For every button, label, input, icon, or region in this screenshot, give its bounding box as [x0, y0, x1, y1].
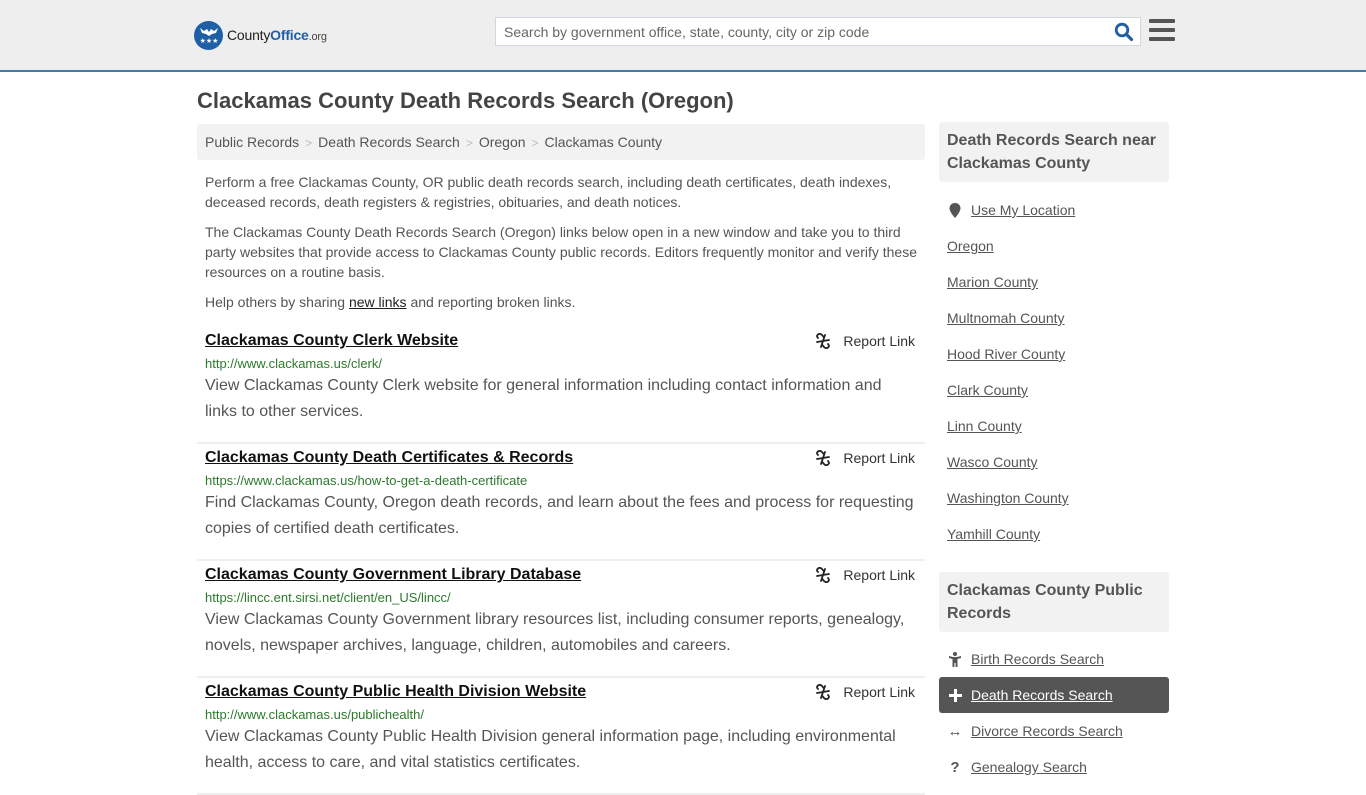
- nearby-link[interactable]: Multnomah County: [947, 310, 1065, 326]
- site-header: ★★★ CountyOffice.org: [0, 0, 1366, 72]
- breadcrumb-separator: >: [465, 136, 473, 150]
- sidebar-heading: Clackamas County Public Records: [939, 572, 1169, 632]
- intro-text: Perform a free Clackamas County, OR publ…: [205, 172, 925, 322]
- result-item: Clackamas County Public Health Division …: [197, 678, 925, 795]
- nearby-list: Use My Location Oregon Marion County Mul…: [939, 182, 1169, 552]
- report-link-label: Report Link: [843, 684, 915, 700]
- child-icon: [947, 651, 963, 667]
- sidebar-item-birth-records: Birth Records Search: [939, 641, 1169, 677]
- nearby-link[interactable]: Wasco County: [947, 454, 1038, 470]
- result-description: Find Clackamas County, Oregon death reco…: [205, 494, 914, 537]
- nearby-item: Multnomah County: [939, 300, 1169, 336]
- plus-icon: [947, 688, 963, 702]
- breadcrumb-item[interactable]: Oregon: [479, 134, 526, 150]
- broken-link-icon: [816, 333, 831, 349]
- logo-wordmark: CountyOffice.org: [227, 27, 327, 43]
- breadcrumb-item[interactable]: Public Records: [205, 134, 299, 150]
- result-url[interactable]: https://www.clackamas.us/how-to-get-a-de…: [205, 473, 917, 489]
- broken-link-icon: [816, 450, 831, 466]
- nearby-link[interactable]: Marion County: [947, 274, 1038, 290]
- nearby-item: Wasco County: [939, 444, 1169, 480]
- intro-paragraph: Perform a free Clackamas County, OR publ…: [205, 174, 892, 210]
- map-pin-icon: [947, 202, 963, 218]
- breadcrumb-item[interactable]: Death Records Search: [318, 134, 460, 150]
- broken-link-icon: [816, 567, 831, 583]
- new-links-link[interactable]: new links: [349, 294, 407, 310]
- breadcrumb-separator: >: [305, 136, 313, 150]
- breadcrumb: Public Records > Death Records Search > Oreg…: [197, 124, 925, 160]
- sidebar-item-death-records: Death Records Search: [939, 677, 1169, 713]
- search-button[interactable]: [1114, 22, 1134, 42]
- result-title-link[interactable]: Clackamas County Death Certificates & Re…: [205, 448, 917, 468]
- nearby-item: Yamhill County: [939, 516, 1169, 552]
- result-url[interactable]: http://www.clackamas.us/clerk/: [205, 356, 917, 372]
- broken-link-icon: [816, 684, 831, 700]
- breadcrumb-item-current[interactable]: Clackamas County: [545, 134, 663, 150]
- page-title: Clackamas County Death Records Search (O…: [197, 88, 734, 113]
- hamburger-menu-button[interactable]: [1149, 19, 1175, 43]
- svg-text:★★★: ★★★: [199, 37, 218, 45]
- result-description: View Clackamas County Clerk website for …: [205, 377, 882, 420]
- search-input[interactable]: [496, 18, 1106, 45]
- nearby-item: Hood River County: [939, 336, 1169, 372]
- result-title-link[interactable]: Clackamas County Public Health Division …: [205, 682, 917, 702]
- result-url[interactable]: http://www.clackamas.us/publichealth/: [205, 707, 917, 723]
- divorce-records-link[interactable]: Divorce Records Search: [971, 723, 1123, 739]
- hamburger-menu-icon-bar: [1149, 19, 1175, 23]
- nearby-link[interactable]: Clark County: [947, 382, 1028, 398]
- result-title-link[interactable]: Clackamas County Clerk Website: [205, 331, 917, 351]
- nearby-item: Washington County: [939, 480, 1169, 516]
- report-link-button[interactable]: Report Link: [815, 567, 915, 583]
- death-records-link[interactable]: Death Records Search: [971, 687, 1113, 703]
- result-item: Clackamas County Death Certificates & Re…: [197, 444, 925, 561]
- nearby-link[interactable]: Yamhill County: [947, 526, 1040, 542]
- nearby-item: Linn County: [939, 408, 1169, 444]
- magnifier-icon: [1114, 22, 1134, 42]
- sidebar-public-records: Clackamas County Public Records Birth Re…: [939, 572, 1169, 785]
- report-link-button[interactable]: Report Link: [815, 333, 915, 349]
- use-my-location-link[interactable]: Use My Location: [971, 202, 1075, 218]
- nearby-link[interactable]: Oregon: [947, 238, 994, 254]
- report-link-label: Report Link: [843, 333, 915, 349]
- sidebar-nearby: Death Records Search near Clackamas Coun…: [939, 122, 1169, 552]
- report-link-button[interactable]: Report Link: [815, 450, 915, 466]
- result-title-link[interactable]: Clackamas County Government Library Data…: [205, 565, 917, 585]
- result-url[interactable]: https://lincc.ent.sirsi.net/client/en_US…: [205, 590, 917, 606]
- sidebar-item-genealogy: ? Genealogy Search: [939, 749, 1169, 785]
- report-link-label: Report Link: [843, 567, 915, 583]
- eagle-stars-logo-icon: ★★★: [194, 20, 223, 50]
- share-links-paragraph: Help others by sharing new links and rep…: [205, 294, 576, 310]
- results-list: Clackamas County Clerk Website http://ww…: [197, 327, 925, 795]
- question-icon: ?: [950, 758, 960, 776]
- sidebar-heading: Death Records Search near Clackamas Coun…: [939, 122, 1169, 182]
- breadcrumb-separator: >: [531, 136, 539, 150]
- nearby-item: Clark County: [939, 372, 1169, 408]
- result-item: Clackamas County Clerk Website http://ww…: [197, 327, 925, 444]
- nearby-link[interactable]: Linn County: [947, 418, 1022, 434]
- double-arrow-icon: ↔: [947, 722, 963, 740]
- result-item: Clackamas County Government Library Data…: [197, 561, 925, 678]
- nearby-link[interactable]: Hood River County: [947, 346, 1065, 362]
- result-description: View Clackamas County Government library…: [205, 611, 905, 654]
- intro-paragraph: The Clackamas County Death Records Searc…: [205, 224, 917, 280]
- genealogy-link[interactable]: Genealogy Search: [971, 759, 1087, 775]
- site-logo[interactable]: ★★★ CountyOffice.org: [194, 20, 327, 50]
- search-box: [495, 17, 1141, 46]
- sidebar-item-divorce-records: ↔ Divorce Records Search: [939, 713, 1169, 749]
- use-my-location-item: Use My Location: [939, 192, 1169, 228]
- result-description: View Clackamas County Public Health Divi…: [205, 728, 896, 771]
- hamburger-menu-icon-bar: [1149, 28, 1175, 32]
- report-link-label: Report Link: [843, 450, 915, 466]
- report-link-button[interactable]: Report Link: [815, 684, 915, 700]
- birth-records-link[interactable]: Birth Records Search: [971, 651, 1104, 667]
- nearby-link[interactable]: Washington County: [947, 490, 1069, 506]
- public-records-list: Birth Records Search Death Records Searc…: [939, 632, 1169, 785]
- nearby-item: Oregon: [939, 228, 1169, 264]
- nearby-item: Marion County: [939, 264, 1169, 300]
- hamburger-menu-icon-bar: [1149, 37, 1175, 41]
